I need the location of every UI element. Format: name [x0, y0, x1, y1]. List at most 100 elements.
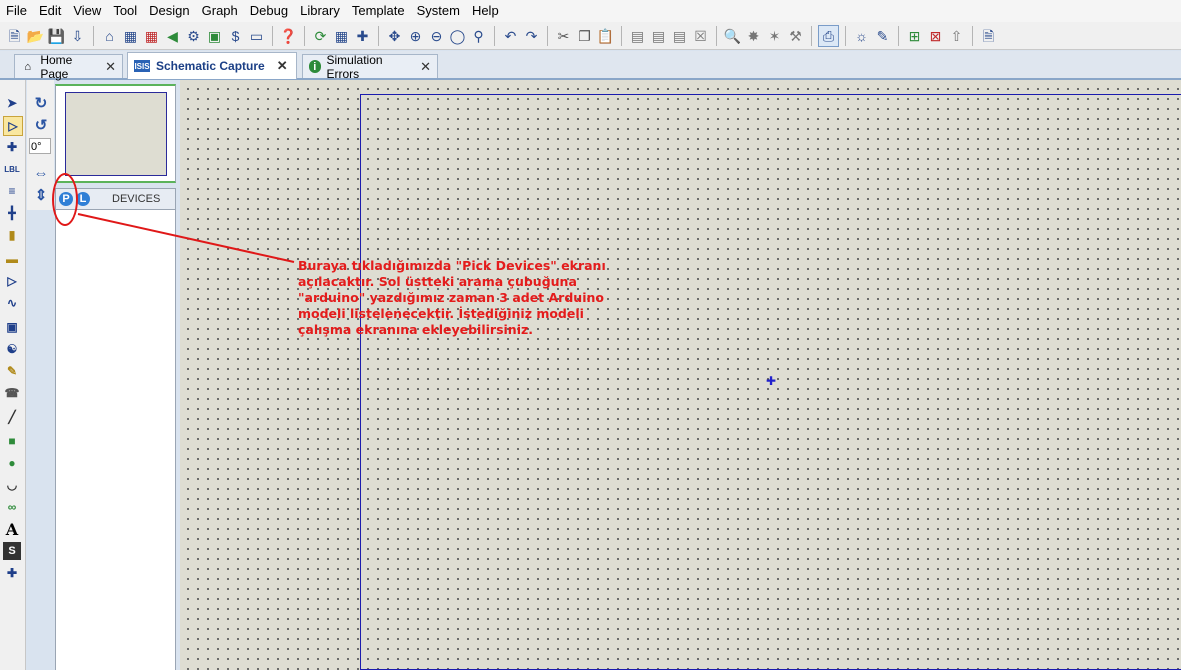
- origin-marker: ✚: [766, 374, 777, 388]
- virtual-instrument-icon[interactable]: ☎: [3, 384, 21, 402]
- block-delete-icon[interactable]: ☒: [691, 26, 710, 46]
- menu-design[interactable]: Design: [143, 0, 195, 22]
- open-folder-icon[interactable]: 📂: [26, 26, 45, 46]
- close-icon[interactable]: ✕: [277, 58, 288, 74]
- voltage-probe-icon[interactable]: ✎: [3, 362, 21, 380]
- make-device-icon[interactable]: ✸: [744, 26, 763, 46]
- menu-file[interactable]: File: [0, 0, 33, 22]
- packaging-icon[interactable]: ✶: [765, 26, 784, 46]
- netlist-icon[interactable]: ▣: [205, 26, 224, 46]
- arc-icon[interactable]: ◡: [3, 476, 21, 494]
- pick-icon[interactable]: 🔍: [723, 26, 742, 46]
- generator-icon[interactable]: ☯: [3, 340, 21, 358]
- terminal-icon[interactable]: ▬: [3, 250, 21, 268]
- tab-home-page[interactable]: ⌂ Home Page ✕: [14, 53, 123, 81]
- script-icon[interactable]: $: [226, 26, 245, 46]
- overview-sheet-preview: [65, 92, 167, 176]
- zoom-all-icon[interactable]: ◯: [448, 26, 467, 46]
- new-file-icon[interactable]: 🗎: [5, 26, 24, 46]
- home-icon[interactable]: ⌂: [100, 26, 119, 46]
- new-sheet-icon[interactable]: ⊞: [905, 26, 924, 46]
- toolbar-separator: [93, 25, 94, 46]
- text-script-icon[interactable]: ≡: [3, 182, 21, 200]
- zoom-in-icon[interactable]: ⊕: [406, 26, 425, 46]
- subcircuit-icon[interactable]: ▮: [3, 226, 21, 244]
- tab-label: Schematic Capture: [156, 59, 265, 73]
- menu-library[interactable]: Library: [294, 0, 346, 22]
- menu-edit[interactable]: Edit: [33, 0, 67, 22]
- rotate-clockwise-icon[interactable]: ↻: [31, 94, 51, 112]
- devices-list[interactable]: [55, 210, 176, 670]
- toolbar-separator: [494, 25, 495, 46]
- graph-icon[interactable]: ∿: [3, 294, 21, 312]
- junction-icon[interactable]: ✚: [3, 138, 21, 156]
- paste-icon[interactable]: 📋: [596, 26, 615, 46]
- schematic-editing-canvas[interactable]: ✚: [180, 80, 1181, 670]
- import-icon[interactable]: ⇩: [68, 26, 87, 46]
- menu-view[interactable]: View: [67, 0, 107, 22]
- origin-icon[interactable]: ✚: [353, 26, 372, 46]
- zoom-out-icon[interactable]: ⊖: [427, 26, 446, 46]
- menu-system[interactable]: System: [411, 0, 466, 22]
- back-icon[interactable]: ◀: [163, 26, 182, 46]
- menu-tool[interactable]: Tool: [107, 0, 143, 22]
- menu-graph[interactable]: Graph: [196, 0, 244, 22]
- zoom-area-icon[interactable]: ⚲: [469, 26, 488, 46]
- ares-icon[interactable]: ▦: [142, 26, 161, 46]
- block-move-icon[interactable]: ▤: [649, 26, 668, 46]
- tab-schematic-capture[interactable]: ISIS Schematic Capture ✕: [127, 52, 297, 79]
- annotation-line-1: Buraya tıkladığımızda "Pick Devices" ekr…: [298, 258, 606, 273]
- component-mode-icon[interactable]: ▷: [3, 116, 23, 136]
- close-icon[interactable]: ✕: [105, 59, 116, 75]
- search-icon[interactable]: ☼: [852, 26, 871, 46]
- menu-help[interactable]: Help: [466, 0, 505, 22]
- line-icon[interactable]: ╱: [3, 408, 21, 426]
- rotate-anticlockwise-icon[interactable]: ↺: [31, 116, 51, 134]
- block-rotate-icon[interactable]: ▤: [670, 26, 689, 46]
- circle-icon[interactable]: ●: [3, 454, 21, 472]
- closed-path-icon[interactable]: ∞: [3, 498, 21, 516]
- box-icon[interactable]: ■: [3, 432, 21, 450]
- grid-icon[interactable]: ▦: [332, 26, 351, 46]
- wire-label-icon[interactable]: LBL: [3, 160, 21, 178]
- tab-simulation-errors[interactable]: i Simulation Errors ✕: [302, 53, 438, 81]
- help-icon[interactable]: ❓: [279, 26, 298, 46]
- isis-icon[interactable]: ▦: [121, 26, 140, 46]
- bom-icon[interactable]: ⚙: [184, 26, 203, 46]
- rotation-angle-field[interactable]: 0°: [29, 138, 51, 154]
- save-icon[interactable]: 💾: [47, 26, 66, 46]
- bus-icon[interactable]: ╋: [3, 204, 21, 222]
- tape-recorder-icon[interactable]: ▣: [3, 318, 21, 336]
- menu-bar: File Edit View Tool Design Graph Debug L…: [0, 0, 1181, 22]
- component-icon[interactable]: ▭: [247, 26, 266, 46]
- selection-mode-icon[interactable]: ➤: [3, 94, 21, 112]
- property-assign-icon[interactable]: ✎: [873, 26, 892, 46]
- block-copy-icon[interactable]: ▤: [628, 26, 647, 46]
- decompose-icon[interactable]: ⚒: [786, 26, 805, 46]
- info-icon: i: [309, 60, 321, 73]
- overview-window[interactable]: [55, 84, 176, 183]
- marker-icon[interactable]: ✚: [3, 564, 21, 582]
- toolbar-separator: [972, 25, 973, 46]
- mirror-vertical-icon[interactable]: ⇕: [31, 186, 51, 204]
- refresh-icon[interactable]: ⟳: [311, 26, 330, 46]
- library-manager-button[interactable]: L: [76, 192, 90, 206]
- pan-icon[interactable]: ✥: [385, 26, 404, 46]
- undo-icon[interactable]: ↶: [501, 26, 520, 46]
- device-pin-icon[interactable]: ▷: [3, 272, 21, 290]
- symbol-icon[interactable]: S: [3, 542, 21, 560]
- report-icon[interactable]: 🗎: [979, 26, 998, 46]
- redo-icon[interactable]: ↷: [522, 26, 541, 46]
- menu-debug[interactable]: Debug: [244, 0, 294, 22]
- remove-sheet-icon[interactable]: ⊠: [926, 26, 945, 46]
- close-icon[interactable]: ✕: [420, 59, 431, 75]
- text-icon[interactable]: A: [3, 520, 21, 539]
- menu-template[interactable]: Template: [346, 0, 411, 22]
- copy-icon[interactable]: ❐: [575, 26, 594, 46]
- cut-icon[interactable]: ✂: [554, 26, 573, 46]
- toolbar-separator: [845, 25, 846, 46]
- toolbar-separator: [716, 25, 717, 46]
- wire-autoroute-icon[interactable]: ⎙: [818, 24, 839, 47]
- exit-parent-icon[interactable]: ⇧: [947, 26, 966, 46]
- mirror-horizontal-icon[interactable]: ⇔: [31, 164, 51, 182]
